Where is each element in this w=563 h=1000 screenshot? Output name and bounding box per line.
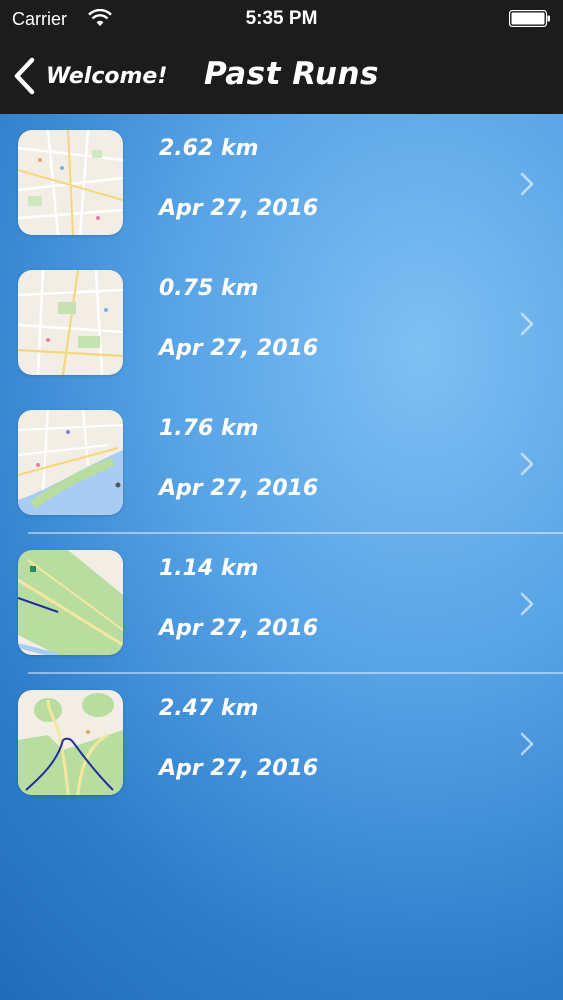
chevron-right-icon [520, 732, 534, 756]
page-title: Past Runs [204, 56, 379, 92]
city-map-thumbnail [18, 130, 123, 235]
city-park-map-thumbnail [18, 270, 123, 375]
run-row[interactable]: 2.62 km Apr 27, 2016 [0, 114, 563, 254]
run-distance: 1.14 km [159, 556, 259, 581]
run-date: Apr 27, 2016 [159, 336, 319, 361]
run-distance: 1.76 km [159, 416, 259, 441]
runs-list: 2.62 km Apr 27, 2016 0.75 km Apr 27, 201… [0, 114, 563, 814]
chevron-right-icon [520, 312, 534, 336]
chevron-left-icon [14, 57, 35, 95]
run-date: Apr 27, 2016 [159, 756, 319, 781]
chevron-right-icon [520, 452, 534, 476]
back-label: Welcome! [46, 63, 168, 89]
navigation-bar: Welcome! Past Runs [0, 38, 563, 114]
run-row[interactable]: 2.47 km Apr 27, 2016 [0, 674, 563, 814]
run-row[interactable]: 1.14 km Apr 27, 2016 [0, 534, 563, 674]
run-row[interactable]: 1.76 km Apr 27, 2016 [0, 394, 563, 534]
battery-icon [509, 10, 550, 27]
run-date: Apr 27, 2016 [159, 196, 319, 221]
status-time: 5:35 PM [245, 8, 318, 29]
chevron-right-icon [520, 592, 534, 616]
park-route-map-thumbnail [18, 690, 123, 795]
run-date: Apr 27, 2016 [159, 476, 319, 501]
park-route-map-thumbnail [18, 550, 123, 655]
run-distance: 0.75 km [159, 276, 259, 301]
back-button[interactable]: Welcome! [12, 54, 167, 98]
run-distance: 2.47 km [159, 696, 259, 721]
run-distance: 2.62 km [159, 136, 259, 161]
status-bar: Carrier 5:35 PM [0, 0, 563, 38]
coast-map-thumbnail [18, 410, 123, 515]
run-row[interactable]: 0.75 km Apr 27, 2016 [0, 254, 563, 394]
chevron-right-icon [520, 172, 534, 196]
run-date: Apr 27, 2016 [159, 616, 319, 641]
